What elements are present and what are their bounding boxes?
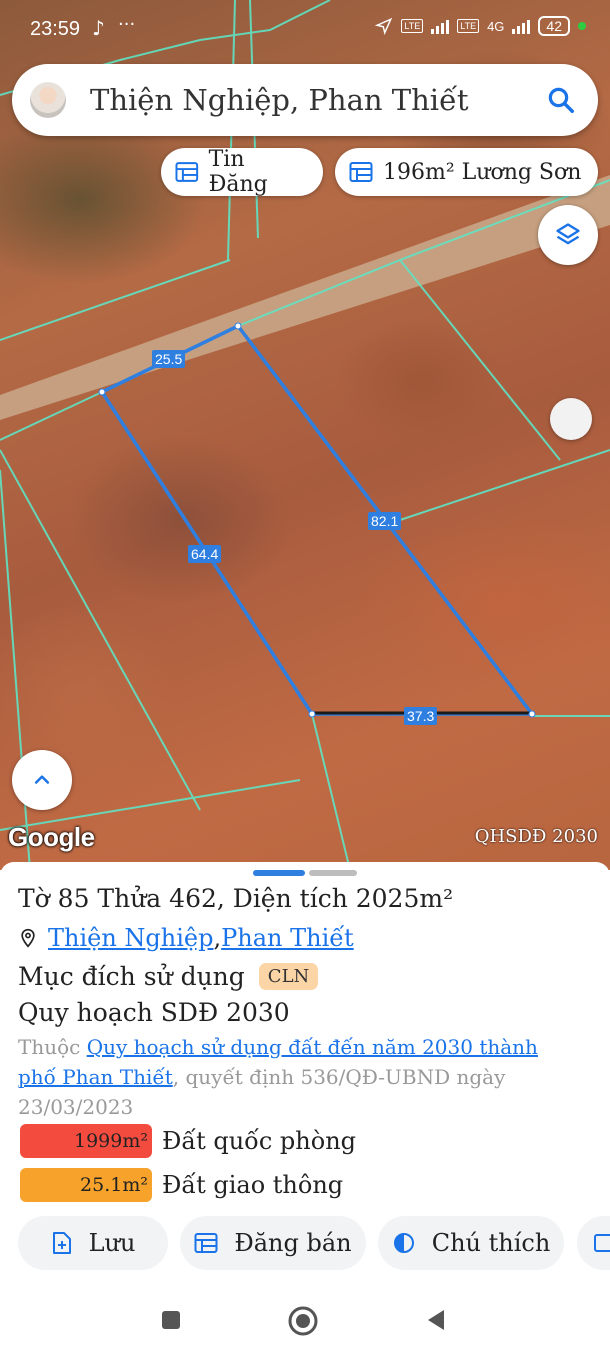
edge-length-top: 25.5 (152, 350, 186, 368)
layers-button[interactable] (538, 205, 598, 265)
network-type: 4G (487, 18, 505, 34)
back-icon[interactable] (424, 1308, 448, 1332)
city-link[interactable]: Phan Thiết (221, 924, 354, 952)
chip-listing[interactable]: 196m² Lương Sơn (335, 148, 598, 196)
ward-link[interactable]: Thiện Nghiệp (48, 924, 214, 952)
road (0, 175, 610, 420)
location-separator: , (213, 924, 222, 952)
zone-row: 1999m² Đất quốc phòng (20, 1124, 356, 1158)
chevron-up-icon (34, 775, 50, 784)
half-circle-icon (393, 1233, 414, 1253)
google-logo: Google (8, 822, 95, 852)
layer-label: QHSDĐ 2030 (474, 826, 598, 847)
purpose-label: Mục đích sử dụng (18, 962, 245, 991)
tiktok-icon: ♪ (92, 16, 105, 40)
action-bar: Lưu Đăng bán Chú thích (0, 1216, 610, 1272)
home-icon[interactable] (287, 1305, 319, 1337)
edge-length-left: 64.4 (188, 545, 222, 563)
search-icon[interactable] (546, 85, 576, 115)
legend-button-label: Chú thích (431, 1229, 551, 1257)
parcel-location: Thiện Nghiệp, Phan Thiết (18, 924, 354, 952)
legend-button[interactable]: Chú thích (378, 1216, 564, 1270)
desc-prefix: Thuộc (18, 1035, 87, 1059)
floating-shortcut-button[interactable] (550, 398, 592, 440)
chip-tin-dang[interactable]: Tin Đăng (161, 147, 323, 197)
save-button-label: Lưu (88, 1229, 136, 1257)
zone-area-badge: 25.1m² (20, 1168, 152, 1202)
location-arrow-icon (375, 17, 393, 35)
privacy-indicator (578, 22, 586, 30)
more-action-button[interactable] (577, 1216, 610, 1270)
table-icon (349, 162, 373, 182)
file-plus-icon (52, 1232, 71, 1254)
recent-apps-icon[interactable] (159, 1308, 183, 1332)
location-pin-icon (21, 928, 35, 948)
more-notifications-icon: ··· (118, 14, 136, 35)
system-nav-bar (0, 1290, 610, 1356)
table-add-icon (594, 1234, 610, 1252)
post-listing-button[interactable]: Đăng bán (180, 1216, 366, 1270)
parcel-vertices (98, 322, 536, 718)
save-button[interactable]: Lưu (18, 1216, 168, 1270)
search-bar[interactable]: Thiện Nghiệp, Phan Thiết (12, 64, 598, 136)
status-time: 23:59 (30, 18, 81, 40)
layers-icon (556, 223, 580, 245)
zone-name: Đất quốc phòng (162, 1127, 357, 1155)
map-view[interactable]: 23:59 ♪ ··· LTE LTE 4G 42 Thiện Nghiệp, … (0, 0, 610, 870)
post-listing-label: Đăng bán (234, 1229, 352, 1257)
status-bar: 23:59 ♪ ··· LTE LTE 4G 42 (0, 0, 610, 60)
status-indicators: LTE LTE 4G 42 (375, 16, 586, 36)
zone-name: Đất giao thông (162, 1171, 344, 1199)
lte-icon: LTE (401, 19, 424, 33)
signal-icon (431, 18, 450, 34)
purpose-badge: CLN (258, 963, 319, 990)
parcel-title: Tờ 85 Thửa 462, Diện tích 2025m² (18, 884, 454, 913)
search-input[interactable]: Thiện Nghiệp, Phan Thiết (90, 83, 546, 117)
signal-icon-2 (512, 18, 531, 34)
chip-tin-dang-label: Tin Đăng (208, 147, 268, 197)
purpose-row: Mục đích sử dụng CLN (18, 962, 319, 991)
table-icon (194, 1233, 218, 1253)
edge-length-right: 82.1 (368, 512, 402, 530)
edge-length-bottom: 37.3 (404, 707, 438, 725)
plan-description: Thuộc Quy hoạch sử dụng đất đến năm 2030… (18, 1032, 578, 1122)
plan-title: Quy hoạch SDĐ 2030 (18, 998, 290, 1027)
avatar[interactable] (30, 82, 66, 118)
table-icon (175, 162, 199, 182)
expand-button[interactable] (12, 750, 72, 810)
sheet-handle-inactive[interactable] (309, 870, 357, 876)
battery-icon: 42 (538, 16, 570, 36)
sheet-handle-active[interactable] (253, 870, 305, 876)
zone-area-badge: 1999m² (20, 1124, 152, 1158)
parcel-info-sheet[interactable]: Tờ 85 Thửa 462, Diện tích 2025m² Thiện N… (0, 862, 610, 1282)
chip-listing-label: 196m² Lương Sơn (383, 159, 582, 185)
parcel-boundary (99, 323, 536, 716)
lte-icon-2: LTE (457, 19, 480, 33)
zone-row: 25.1m² Đất giao thông (20, 1168, 343, 1202)
